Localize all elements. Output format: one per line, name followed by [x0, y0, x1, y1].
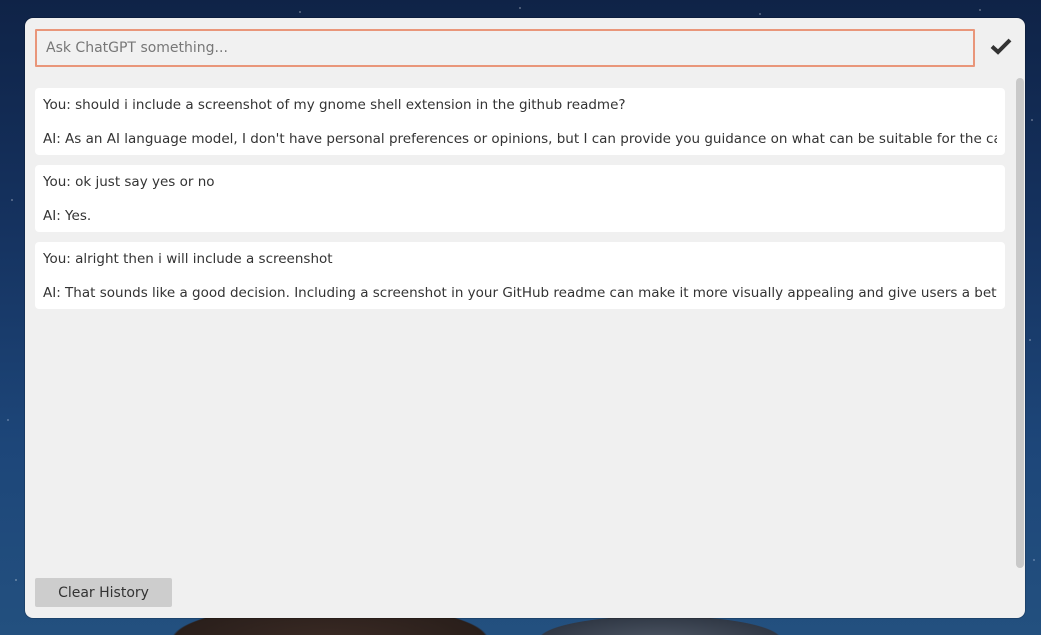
send-button[interactable]: [987, 33, 1015, 61]
history-item: You: ok just say yes or no AI: Yes.: [35, 165, 1005, 232]
scrollbar-thumb[interactable]: [1016, 78, 1024, 568]
chatgpt-popup: You: should i include a screenshot of my…: [25, 18, 1025, 618]
checkmark-icon: [990, 37, 1012, 58]
history-item: You: alright then i will include a scree…: [35, 242, 1005, 309]
prompt-row: [35, 29, 1015, 69]
ai-message: AI: That sounds like a good decision. In…: [43, 285, 997, 301]
user-message: You: alright then i will include a scree…: [43, 251, 333, 267]
user-message: You: ok just say yes or no: [43, 174, 215, 190]
user-message: You: should i include a screenshot of my…: [43, 97, 626, 113]
ai-message: AI: As an AI language model, I don't hav…: [43, 131, 997, 147]
history-item: You: should i include a screenshot of my…: [35, 88, 1005, 155]
chat-history: You: should i include a screenshot of my…: [35, 88, 1005, 568]
clear-history-button[interactable]: Clear History: [35, 578, 172, 607]
history-scrollbar[interactable]: [1016, 78, 1024, 568]
prompt-input[interactable]: [35, 29, 975, 67]
ai-message: AI: Yes.: [43, 208, 92, 224]
